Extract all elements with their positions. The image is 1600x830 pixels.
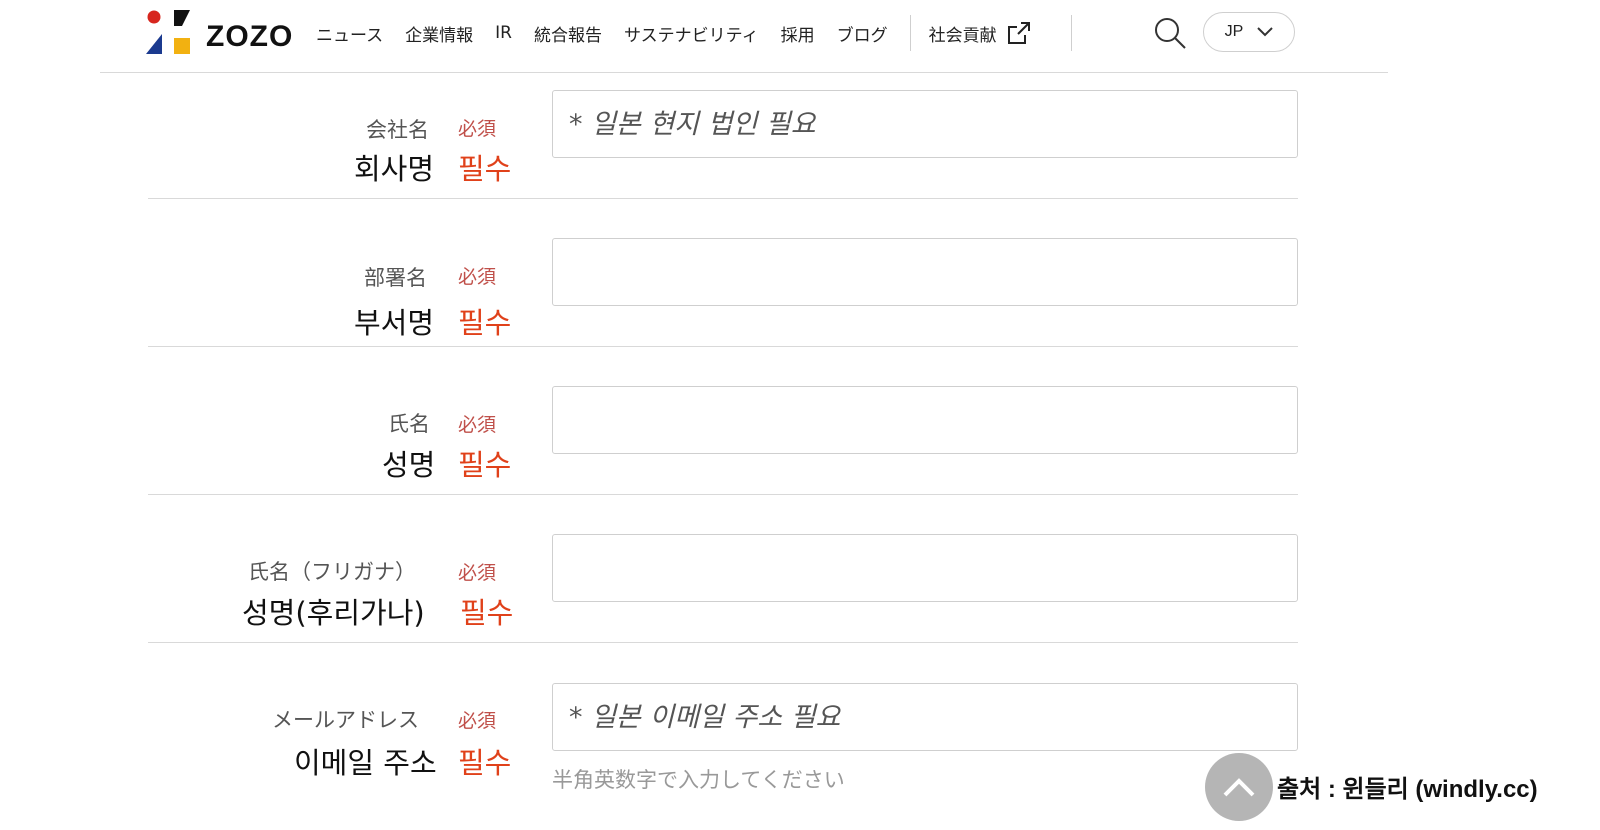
name-field — [552, 386, 1298, 454]
company-name-input[interactable] — [553, 91, 1297, 157]
required-badge-ko: 필수 — [458, 448, 512, 482]
nav-divider-2 — [1070, 15, 1072, 51]
label-name-furigana-ja: 氏名（フリガナ） — [248, 560, 416, 584]
external-link-icon — [1007, 22, 1030, 44]
zozo-logo[interactable]: ZOZO — [146, 10, 296, 54]
language-label: JP — [1224, 23, 1244, 40]
main-nav: ニュース 企業情報 IR 統合報告 サステナビリティ 採用 ブログ 社会貢献 — [316, 15, 1072, 51]
nav-news[interactable]: ニュース — [316, 21, 383, 46]
language-selector[interactable]: JP — [1203, 12, 1295, 52]
nav-recruit[interactable]: 採用 — [781, 21, 815, 46]
department-input[interactable] — [553, 239, 1297, 305]
nav-blog[interactable]: ブログ — [837, 21, 888, 46]
zozo-logo-mark — [146, 10, 190, 54]
name-input[interactable] — [553, 387, 1297, 453]
email-field — [552, 683, 1298, 751]
label-name-ja: 氏名 — [388, 412, 430, 436]
search-icon — [1155, 18, 1186, 49]
scroll-to-top-button[interactable] — [1205, 753, 1273, 821]
source-credit: 출처 : 윈들리 (windly.cc) — [1277, 776, 1538, 803]
required-badge-ja: 必須 — [458, 414, 497, 436]
nav-integrated-report[interactable]: 統合報告 — [534, 21, 602, 46]
nav-social-contribution-label: 社会貢献 — [928, 25, 997, 46]
site-header: ZOZO ニュース 企業情報 IR 統合報告 サステナビリティ 採用 ブログ 社… — [100, 0, 1388, 73]
required-badge-ko: 필수 — [460, 596, 514, 630]
label-name-ko: 성명 — [382, 448, 436, 482]
nav-sustainability[interactable]: サステナビリティ — [624, 21, 759, 46]
required-badge-ja: 必須 — [458, 562, 497, 584]
page: ZOZO ニュース 企業情報 IR 統合報告 サステナビリティ 採用 ブログ 社… — [0, 0, 1600, 830]
nav-ir[interactable]: IR — [495, 23, 512, 43]
name-furigana-field — [552, 534, 1298, 602]
required-badge-ko: 필수 — [458, 746, 512, 780]
nav-company[interactable]: 企業情報 — [405, 21, 473, 46]
company-name-field — [552, 90, 1298, 158]
email-hint: 半角英数字で入力してください — [552, 768, 845, 792]
name-furigana-input[interactable] — [553, 535, 1297, 601]
label-email-ko: 이메일 주소 — [294, 746, 437, 780]
search-button[interactable] — [1153, 16, 1187, 50]
required-badge-ja: 必須 — [458, 710, 497, 732]
label-department-ko: 부서명 — [354, 306, 435, 340]
label-department-ja: 部署名 — [364, 266, 427, 290]
chevron-up-icon — [1223, 778, 1255, 797]
required-badge-ja: 必須 — [458, 266, 497, 288]
required-badge-ko: 필수 — [458, 306, 512, 340]
nav-social-contribution[interactable]: 社会貢献 — [929, 21, 1031, 46]
email-input[interactable] — [553, 684, 1297, 750]
required-badge-ko: 필수 — [458, 152, 512, 186]
chevron-down-icon — [1257, 27, 1274, 37]
label-company-ja: 会社名 — [366, 118, 429, 142]
department-field — [552, 238, 1298, 306]
logo-text: ZOZO — [206, 20, 294, 53]
required-badge-ja: 必須 — [458, 118, 497, 140]
nav-divider — [909, 15, 911, 51]
label-company-ko: 회사명 — [354, 152, 435, 186]
label-email-ja: メールアドレス — [272, 708, 419, 732]
label-name-furigana-ko: 성명(후리가나) — [242, 596, 425, 630]
